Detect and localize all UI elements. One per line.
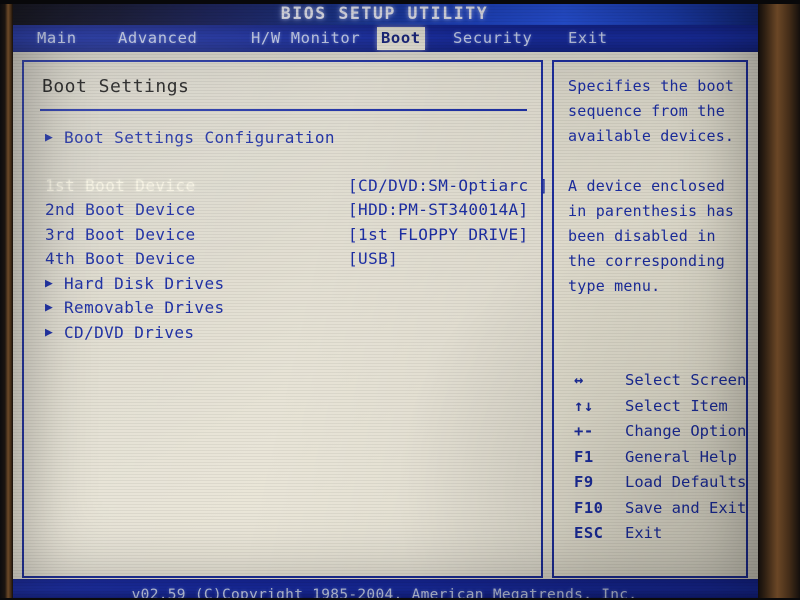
- row-label: 4th Boot Device: [45, 249, 196, 268]
- submenu-arrow-icon: ▶: [45, 300, 54, 315]
- row-value[interactable]: [1st FLOPPY DRIVE]: [348, 223, 529, 248]
- row-label: 1st Boot Device: [45, 175, 196, 195]
- panel-divider: [40, 109, 527, 111]
- panel-heading: Boot Settings: [42, 76, 190, 97]
- tab-boot[interactable]: Boot: [377, 27, 425, 50]
- key-legend-label: Select Screen: [625, 371, 747, 389]
- row-label: 2nd Boot Device: [45, 200, 196, 219]
- settings-row-list: ▶ Boot Settings Configuration 1st Boot D…: [24, 126, 548, 346]
- key-legend-exit: ESC Exit: [566, 521, 746, 547]
- key-legend-label: Select Item: [625, 396, 728, 415]
- row-label: Removable Drives: [64, 298, 225, 317]
- row-value[interactable]: [USB]: [348, 247, 398, 272]
- monitor-bezel-top: [0, 0, 800, 4]
- help-panel: Specifies the boot sequence from the ava…: [552, 60, 748, 578]
- tab-exit[interactable]: Exit: [564, 27, 612, 50]
- left-right-arrow-icon: ↔: [574, 371, 584, 389]
- row-boot-settings-configuration[interactable]: ▶ Boot Settings Configuration: [24, 126, 541, 151]
- key-legend-select-screen: ↔ Select Screen: [566, 368, 746, 394]
- row-label: CD/DVD Drives: [64, 322, 195, 342]
- row-1st-boot-device[interactable]: 1st Boot Device [CD/DVD:SM-Optiarc ]: [24, 174, 548, 199]
- help-paragraph-1: Specifies the boot sequence from the ava…: [568, 77, 735, 145]
- row-3rd-boot-device[interactable]: 3rd Boot Device [1st FLOPPY DRIVE]: [24, 223, 541, 248]
- key-legend-load-defaults: F9 Load Defaults: [566, 470, 746, 496]
- menu-bar: Main Advanced H/W Monitor Boot Security …: [11, 25, 758, 52]
- f1-key-label: F1: [574, 447, 594, 466]
- submenu-arrow-icon: ▶: [45, 324, 54, 340]
- esc-key-label: ESC: [574, 524, 604, 542]
- row-hard-disk-drives[interactable]: ▶ Hard Disk Drives: [24, 272, 541, 297]
- key-legend-label: General Help: [625, 447, 737, 466]
- key-legend-label: Load Defaults: [625, 473, 747, 491]
- row-label: 3rd Boot Device: [45, 224, 196, 244]
- key-legend-change-option: +- Change Option: [566, 419, 746, 445]
- row-4th-boot-device[interactable]: 4th Boot Device [USB]: [24, 247, 541, 272]
- key-legend: ↔ Select Screen ↑↓ Select Item +- Change…: [566, 368, 746, 547]
- key-legend-save-and-exit: F10 Save and Exit: [566, 496, 746, 522]
- help-paragraph-2: A device enclosed in parenthesis has bee…: [568, 177, 735, 295]
- row-value[interactable]: [CD/DVD:SM-Optiarc ]: [348, 174, 549, 199]
- up-down-arrow-icon: ↑↓: [574, 396, 594, 415]
- bios-photo-frame: BIOS SETUP UTILITY Main Advanced H/W Mon…: [0, 0, 800, 600]
- tab-main[interactable]: Main: [33, 27, 81, 50]
- key-legend-general-help: F1 General Help: [566, 445, 746, 471]
- help-text-block: Specifies the boot sequence from the ava…: [568, 74, 743, 299]
- submenu-arrow-icon: ▶: [45, 130, 54, 145]
- key-legend-label: Exit: [625, 524, 663, 542]
- row-cd-dvd-drives[interactable]: ▶ CD/DVD Drives: [24, 321, 541, 346]
- key-legend-label: Change Option: [625, 422, 747, 440]
- footer-bar: v02.59 (C)Copyright 1985-2004, American …: [11, 579, 758, 599]
- row-value[interactable]: [HDD:PM-ST340014A]: [348, 198, 529, 223]
- bios-screen: BIOS SETUP UTILITY Main Advanced H/W Mon…: [11, 3, 758, 599]
- key-legend-label: Save and Exit: [625, 498, 747, 517]
- row-removable-drives[interactable]: ▶ Removable Drives: [24, 296, 541, 321]
- boot-settings-panel: Boot Settings ▶ Boot Settings Configurat…: [22, 60, 548, 578]
- f10-key-label: F10: [574, 498, 604, 517]
- key-legend-select-item: ↑↓ Select Item: [566, 394, 746, 420]
- page-title: BIOS SETUP UTILITY: [280, 4, 489, 23]
- row-spacer: [24, 151, 541, 174]
- tab-advanced[interactable]: Advanced: [114, 27, 201, 50]
- tab-hw-monitor[interactable]: H/W Monitor: [247, 27, 364, 50]
- row-2nd-boot-device[interactable]: 2nd Boot Device [HDD:PM-ST340014A]: [24, 198, 541, 223]
- row-label: Boot Settings Configuration: [64, 128, 335, 147]
- submenu-arrow-icon: ▶: [45, 275, 54, 291]
- row-label: Hard Disk Drives: [64, 273, 225, 293]
- tab-security[interactable]: Security: [449, 27, 536, 50]
- monitor-bezel-left: [0, 0, 13, 600]
- f9-key-label: F9: [574, 473, 594, 491]
- title-bar: BIOS SETUP UTILITY: [11, 3, 758, 25]
- monitor-bezel-right: [758, 0, 800, 600]
- plus-minus-icon: +-: [574, 422, 594, 440]
